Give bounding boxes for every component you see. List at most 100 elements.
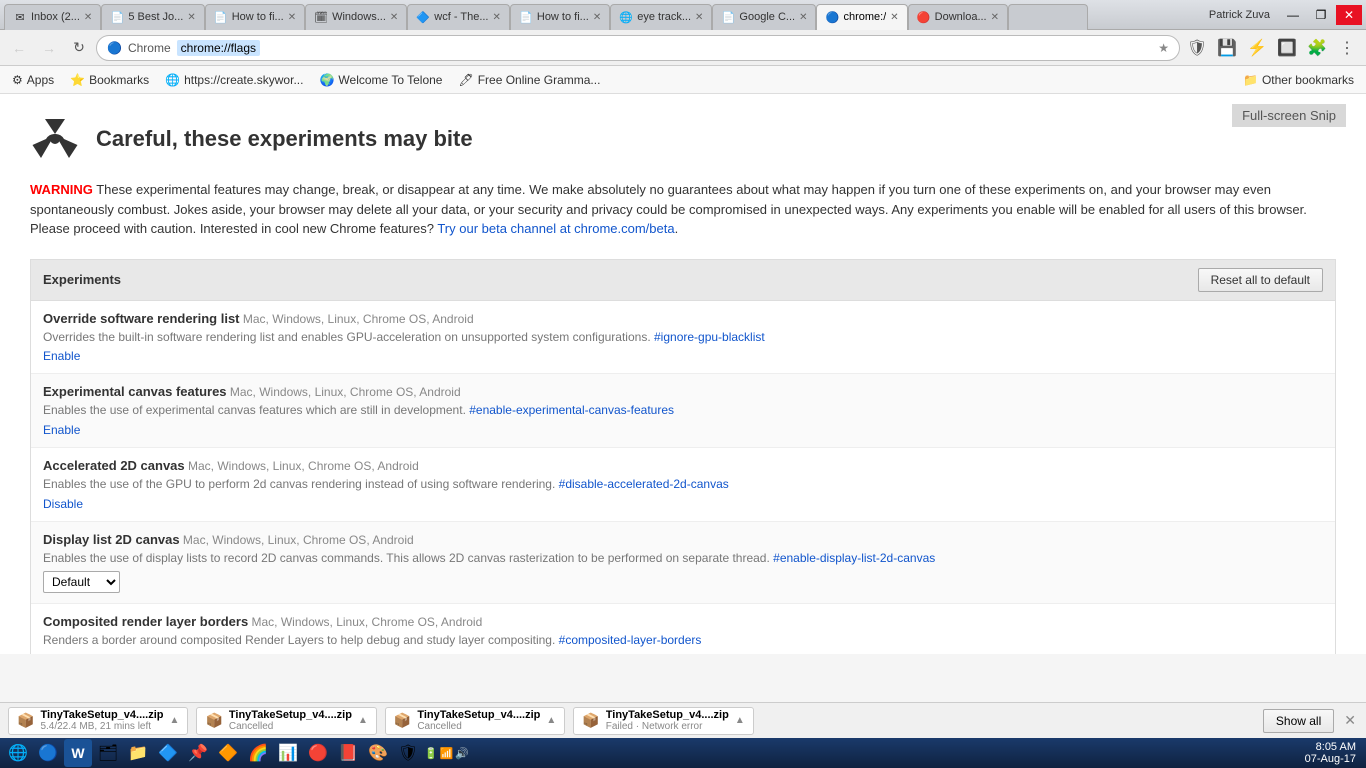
- download-info-4: TinyTakeSetup_v4....zip Failed · Network…: [606, 709, 729, 732]
- other-bookmarks[interactable]: 📁 Other bookmarks: [1239, 71, 1358, 89]
- bookmark-telone[interactable]: 🌍 Welcome To Telone: [315, 71, 446, 89]
- tab-tab7[interactable]: 🌐 eye track... ✕: [610, 4, 712, 30]
- extension-btn-4[interactable]: 🔲: [1274, 35, 1300, 61]
- radiation-icon: [30, 114, 80, 164]
- taskbar-icon-app1[interactable]: 🔷: [154, 739, 182, 767]
- bookmark-gramma[interactable]: 🖊 Free Online Gramma...: [454, 71, 604, 89]
- download-chevron-4[interactable]: ▲: [735, 715, 745, 726]
- exp-select-3[interactable]: DefaultEnabledDisabled: [43, 571, 120, 593]
- address-bar[interactable]: 🔵 Chrome chrome://flags ★: [96, 35, 1180, 61]
- taskbar-icon-app3[interactable]: 🔶: [214, 739, 242, 767]
- exp-link-3[interactable]: #enable-display-list-2d-canvas: [773, 551, 935, 565]
- extension-btn-1[interactable]: 🛡: [1184, 35, 1210, 61]
- download-chevron-1[interactable]: ▲: [170, 715, 180, 726]
- bookmark-star-icon[interactable]: ★: [1158, 41, 1169, 55]
- tab-close-tab10[interactable]: ✕: [991, 12, 999, 23]
- sys-icon-3: 🔊: [455, 747, 469, 760]
- tab-close-tab2[interactable]: ✕: [187, 12, 195, 23]
- menu-button[interactable]: ⋮: [1334, 35, 1360, 61]
- exp-link-1[interactable]: #enable-experimental-canvas-features: [469, 403, 674, 417]
- tab-tab1[interactable]: ✉Inbox (2... ✕: [4, 4, 101, 30]
- reset-all-button[interactable]: Reset all to default: [1198, 268, 1323, 292]
- exp-platforms-4: Mac, Windows, Linux, Chrome OS, Android: [252, 615, 483, 629]
- tab-label-tab7: eye track...: [637, 11, 691, 23]
- taskbar-icon-app6[interactable]: 🛡: [394, 739, 422, 767]
- download-name-2: TinyTakeSetup_v4....zip: [229, 709, 352, 721]
- tab-label-tab3: How to fi...: [232, 11, 284, 23]
- taskbar-icon-chrome[interactable]: 🌈: [244, 739, 272, 767]
- bookmark-apps[interactable]: ⚙ Apps: [8, 71, 58, 89]
- tab-tab8[interactable]: 📄Google C...✕: [712, 4, 816, 30]
- download-chevron-2[interactable]: ▲: [358, 715, 368, 726]
- taskbar-icon-excel[interactable]: 📊: [274, 739, 302, 767]
- taskbar-icon-kindle[interactable]: 📕: [334, 739, 362, 767]
- tab-tab6[interactable]: 📄How to fi...✕: [510, 4, 610, 30]
- extension-btn-2[interactable]: 💾: [1214, 35, 1240, 61]
- taskbar-icon-word[interactable]: W: [64, 739, 92, 767]
- show-all-button[interactable]: Show all: [1263, 709, 1334, 733]
- tab-close-tab5[interactable]: ✕: [492, 12, 500, 23]
- warning-label: WARNING: [30, 182, 93, 197]
- tab-tab9[interactable]: 🔵chrome:/✕: [816, 4, 907, 30]
- extension-btn-3[interactable]: ⚡: [1244, 35, 1270, 61]
- exp-link-4[interactable]: #composited-layer-borders: [559, 633, 702, 647]
- tab-close-tab9[interactable]: ✕: [890, 12, 898, 23]
- enable-link-1[interactable]: Enable: [43, 423, 80, 437]
- maximize-button[interactable]: ❐: [1308, 5, 1334, 25]
- tab-favicon-tab8: 📄: [721, 10, 735, 24]
- tab-close-tab8[interactable]: ✕: [799, 12, 807, 23]
- taskbar-icon-app4[interactable]: 🔴: [304, 739, 332, 767]
- tab-close-tab3[interactable]: ✕: [288, 12, 296, 23]
- beta-link[interactable]: Try our beta channel at chrome.com/beta: [437, 221, 674, 236]
- nav-bar: ← → ↻ 🔵 Chrome chrome://flags ★ 🛡 💾 ⚡ 🔲 …: [0, 30, 1366, 66]
- download-chevron-3[interactable]: ▲: [546, 715, 556, 726]
- download-item-3: 📦 TinyTakeSetup_v4....zip Cancelled ▲: [385, 707, 565, 735]
- taskbar-icon-app5[interactable]: 🎨: [364, 739, 392, 767]
- disable-link-2[interactable]: Disable: [43, 497, 83, 511]
- taskbar-icon-ie[interactable]: 🔵: [34, 739, 62, 767]
- exp-platforms-2: Mac, Windows, Linux, Chrome OS, Android: [188, 459, 419, 473]
- tab-tab11[interactable]: [1008, 4, 1088, 30]
- refresh-button[interactable]: ↻: [66, 35, 92, 61]
- exp-link-0[interactable]: #ignore-gpu-blacklist: [654, 330, 765, 344]
- enable-link-0[interactable]: Enable: [43, 349, 80, 363]
- user-name: Patrick Zuva: [1209, 9, 1270, 21]
- tab-label-tab4: Windows...: [332, 11, 386, 23]
- address-url[interactable]: chrome://flags: [177, 40, 260, 56]
- tab-favicon-tab7: 🌐: [619, 10, 633, 24]
- tabs-area: ✉Inbox (2... ✕📄5 Best Jo...✕ 📄 How to fi..…: [4, 0, 1209, 30]
- title-bar: ✉Inbox (2... ✕📄5 Best Jo...✕ 📄 How to fi..…: [0, 0, 1366, 30]
- enable-link-4[interactable]: Enable: [43, 652, 80, 654]
- warning-header: Careful, these experiments may bite: [30, 114, 1336, 164]
- exp-desc-0: Overrides the built-in software renderin…: [43, 329, 1323, 346]
- tab-close-tab1[interactable]: ✕: [84, 12, 92, 23]
- exp-desc-2: Enables the use of the GPU to perform 2d…: [43, 476, 1323, 493]
- download-bar: 📦 TinyTakeSetup_v4....zip 5.4/22.4 MB, 2…: [0, 702, 1366, 738]
- taskbar-icon-app2[interactable]: 📌: [184, 739, 212, 767]
- site-name: Chrome: [128, 41, 171, 55]
- tab-tab10[interactable]: 🔴Downloa...✕: [908, 4, 1008, 30]
- taskbar-time: 8:05 AM: [1305, 741, 1356, 753]
- tab-label-tab6: How to fi...: [537, 11, 589, 23]
- tab-close-tab6[interactable]: ✕: [593, 12, 601, 23]
- tab-tab2[interactable]: 📄5 Best Jo...✕: [101, 4, 204, 30]
- extension-btn-5[interactable]: 🧩: [1304, 35, 1330, 61]
- tab-close-tab4[interactable]: ✕: [390, 12, 398, 23]
- tab-label-tab5: wcf - The...: [434, 11, 488, 23]
- taskbar-icon-access[interactable]: 🗂: [94, 739, 122, 767]
- tab-tab3[interactable]: 📄How to fi...✕: [205, 4, 305, 30]
- exp-link-2[interactable]: #disable-accelerated-2d-canvas: [559, 477, 729, 491]
- taskbar-icon-explorer[interactable]: 📁: [124, 739, 152, 767]
- back-button[interactable]: ←: [6, 35, 32, 61]
- close-button[interactable]: ✕: [1336, 5, 1362, 25]
- minimize-button[interactable]: —: [1280, 5, 1306, 25]
- tab-tab4[interactable]: 🗓Windows...✕: [305, 4, 407, 30]
- bookmark-bookmarks[interactable]: ⭐ Bookmarks: [66, 71, 153, 89]
- tab-close-tab7[interactable]: ✕: [695, 12, 703, 23]
- forward-button[interactable]: →: [36, 35, 62, 61]
- tab-tab5[interactable]: 🔷wcf - The...✕: [407, 4, 510, 30]
- bookmark-skywor[interactable]: 🌐 https://create.skywor...: [161, 71, 307, 89]
- taskbar-icon-gmail[interactable]: 🌐: [4, 739, 32, 767]
- exp-name-3: Display list 2D canvas: [43, 532, 180, 547]
- close-downloads-icon[interactable]: ✕: [1342, 710, 1358, 731]
